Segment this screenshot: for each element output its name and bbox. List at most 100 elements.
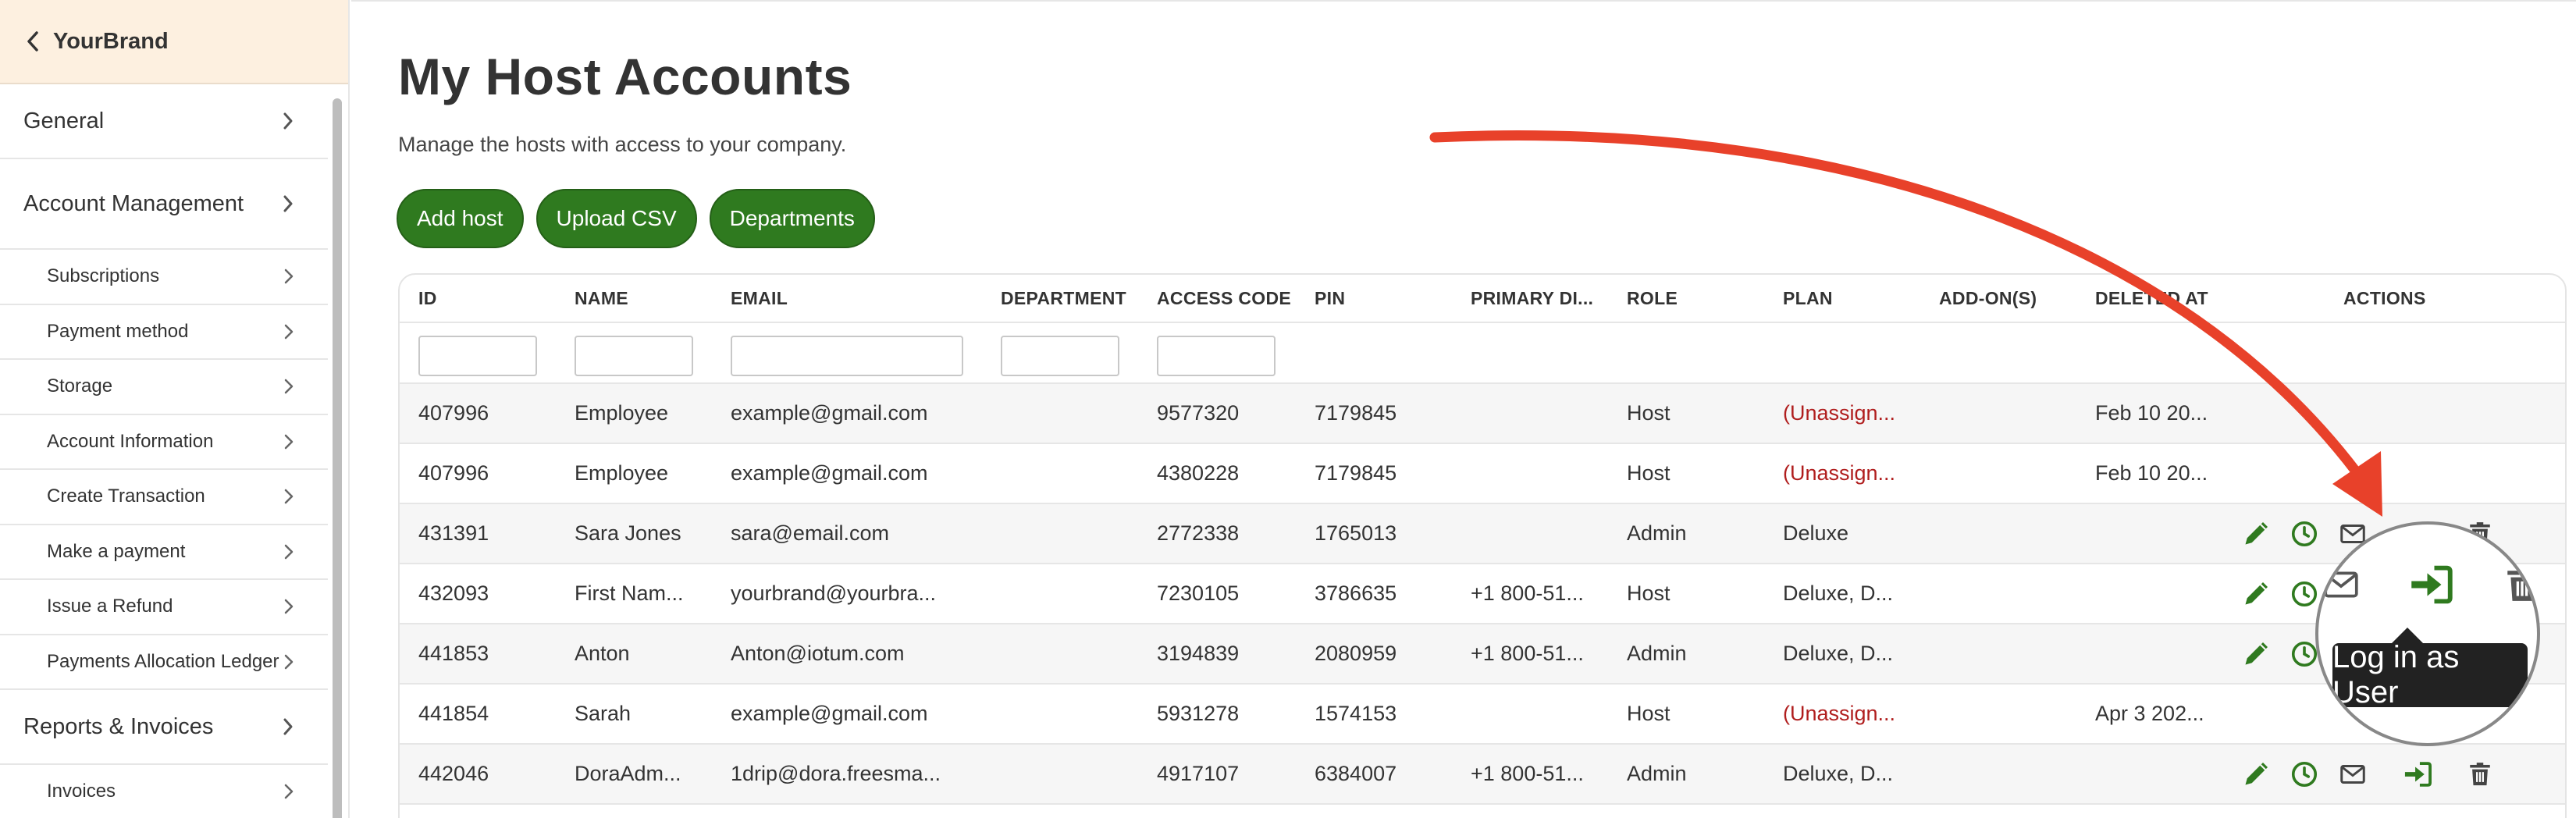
cell-id: 431391 <box>418 521 489 545</box>
clock-history-icon[interactable] <box>2290 520 2318 548</box>
cell-plan: Deluxe, D... <box>1783 642 1894 665</box>
sidebar-item-reports-invoices[interactable]: Reports & Invoices <box>0 690 328 765</box>
host-accounts-table: ID NAME EMAIL DEPARTMENT ACCESS CODE PIN… <box>398 273 2567 818</box>
departments-button[interactable]: Departments <box>709 189 875 248</box>
edit-pencil-icon[interactable] <box>2242 640 2270 668</box>
cell-role: Host <box>1627 581 1670 605</box>
cell-pin: 6384007 <box>1315 762 1397 785</box>
cell-primary-dial: +1 800-51... <box>1471 762 1584 785</box>
sidebar-item-payment-method[interactable]: Payment method <box>0 305 328 360</box>
table-row[interactable]: 407996 Employee example@gmail.com 957732… <box>400 384 2565 444</box>
col-header-id[interactable]: ID <box>418 275 559 322</box>
sidebar-item-label: Payment method <box>47 320 189 342</box>
sidebar-item-issue-a-refund[interactable]: Issue a Refund <box>0 580 328 635</box>
col-header-pin[interactable]: PIN <box>1315 275 1463 322</box>
cell-access-code: 9577320 <box>1157 401 1240 425</box>
sidebar-item-invoices[interactable]: Invoices <box>0 765 328 818</box>
cell-access-code: 4380228 <box>1157 461 1240 485</box>
edit-pencil-icon[interactable] <box>2242 520 2270 548</box>
cell-name: Anton <box>575 642 630 665</box>
cell-primary-dial: +1 800-51... <box>1471 581 1584 605</box>
chevron-right-icon <box>284 324 294 340</box>
cell-name: Employee <box>575 401 669 425</box>
table-row[interactable]: 441854 Sarah example@gmail.com 5931278 1… <box>400 685 2565 745</box>
chevron-right-icon <box>284 434 294 450</box>
clock-history-icon[interactable] <box>2290 640 2318 668</box>
cell-name: Employee <box>575 461 669 485</box>
edit-pencil-icon[interactable] <box>2242 580 2270 608</box>
cell-pin: 1574153 <box>1315 702 1397 725</box>
sidebar-item-payments-allocation-ledger[interactable]: Payments Allocation Ledger <box>0 635 328 690</box>
sidebar-item-label: Account Information <box>47 430 214 452</box>
chevron-right-icon <box>284 784 294 799</box>
cell-access-code: 7230105 <box>1157 581 1240 605</box>
filter-access-code-input[interactable] <box>1157 336 1276 376</box>
col-header-addons[interactable]: ADD-ON(S) <box>1939 275 2080 322</box>
sidebar: YourBrand General Account Management Sub… <box>0 0 350 818</box>
cell-role: Host <box>1627 401 1670 425</box>
brand-back-link[interactable]: YourBrand <box>0 0 348 84</box>
edit-pencil-icon[interactable] <box>2242 760 2270 788</box>
filter-id-input[interactable] <box>418 336 537 376</box>
cell-plan: Deluxe, D... <box>1783 581 1894 605</box>
log-in-as-user-icon[interactable] <box>2407 564 2454 606</box>
cell-deleted-at: Apr 3 202... <box>2095 702 2204 725</box>
cell-id: 407996 <box>418 461 489 485</box>
log-in-as-user-icon[interactable] <box>2403 760 2432 788</box>
cell-email: Anton@iotum.com <box>731 642 905 665</box>
col-header-department[interactable]: DEPARTMENT <box>1001 275 1149 322</box>
action-buttons: Add host Upload CSV Departments <box>397 189 875 248</box>
col-header-role[interactable]: ROLE <box>1627 275 1767 322</box>
add-host-button[interactable]: Add host <box>397 189 524 248</box>
table-row[interactable]: 432093 First Nam... yourbrand@yourbra...… <box>400 564 2565 624</box>
sidebar-item-storage[interactable]: Storage <box>0 360 328 415</box>
cell-primary-dial: +1 800-51... <box>1471 642 1584 665</box>
col-header-plan[interactable]: PLAN <box>1783 275 1923 322</box>
chevron-right-icon <box>283 112 294 130</box>
cell-email: example@gmail.com <box>731 702 928 725</box>
sidebar-item-subscriptions[interactable]: Subscriptions <box>0 250 328 305</box>
clock-history-icon[interactable] <box>2290 580 2318 608</box>
sidebar-item-account-information[interactable]: Account Information <box>0 415 328 470</box>
cell-role: Admin <box>1627 642 1687 665</box>
page-title: My Host Accounts <box>398 48 852 105</box>
filter-email-input[interactable] <box>731 336 963 376</box>
table-row[interactable]: 442046 DoraAdm... 1drip@dora.freesma... … <box>400 745 2565 805</box>
cell-access-code: 5931278 <box>1157 702 1240 725</box>
col-header-name[interactable]: NAME <box>575 275 715 322</box>
trash-icon[interactable] <box>2467 760 2493 788</box>
chevron-right-icon <box>283 194 294 213</box>
filter-name-input[interactable] <box>575 336 693 376</box>
trash-icon <box>2503 564 2537 606</box>
col-header-email[interactable]: EMAIL <box>731 275 988 322</box>
sidebar-item-label: Payments Allocation Ledger <box>47 650 279 672</box>
sidebar-scrollbar-thumb[interactable] <box>333 98 342 818</box>
table-row[interactable]: 441853 Anton Anton@iotum.com 3194839 208… <box>400 624 2565 685</box>
sidebar-item-label: Reports & Invoices <box>23 713 214 739</box>
sidebar-item-label: Account Management <box>23 190 244 216</box>
col-header-primary-dial[interactable]: PRIMARY DI... <box>1471 275 1611 322</box>
envelope-icon[interactable] <box>2339 760 2367 788</box>
cell-plan: (Unassign... <box>1783 702 1896 725</box>
sidebar-item-make-a-payment[interactable]: Make a payment <box>0 525 328 580</box>
sidebar-item-label: General <box>23 108 105 133</box>
filter-department-input[interactable] <box>1001 336 1119 376</box>
table-row[interactable]: 431391 Sara Jones sara@email.com 2772338… <box>400 504 2565 564</box>
cell-pin: 2080959 <box>1315 642 1397 665</box>
cell-role: Host <box>1627 461 1670 485</box>
sidebar-item-account-management[interactable]: Account Management <box>0 159 328 250</box>
table-row[interactable]: 407996 Employee example@gmail.com 438022… <box>400 444 2565 504</box>
cell-access-code: 2772338 <box>1157 521 1240 545</box>
col-header-access-code[interactable]: ACCESS CODE <box>1157 275 1305 322</box>
upload-csv-button[interactable]: Upload CSV <box>535 189 697 248</box>
envelope-icon <box>2318 565 2364 604</box>
cell-name: Sarah <box>575 702 632 725</box>
sidebar-item-general[interactable]: General <box>0 84 328 159</box>
cell-email: 1drip@dora.freesma... <box>731 762 941 785</box>
cell-access-code: 4917107 <box>1157 762 1240 785</box>
page-subtitle: Manage the hosts with access to your com… <box>398 133 847 156</box>
clock-history-icon[interactable] <box>2290 760 2318 788</box>
sidebar-item-create-transaction[interactable]: Create Transaction <box>0 470 328 525</box>
col-header-deleted-at[interactable]: DELETED AT <box>2095 275 2251 322</box>
cell-role: Admin <box>1627 762 1687 785</box>
